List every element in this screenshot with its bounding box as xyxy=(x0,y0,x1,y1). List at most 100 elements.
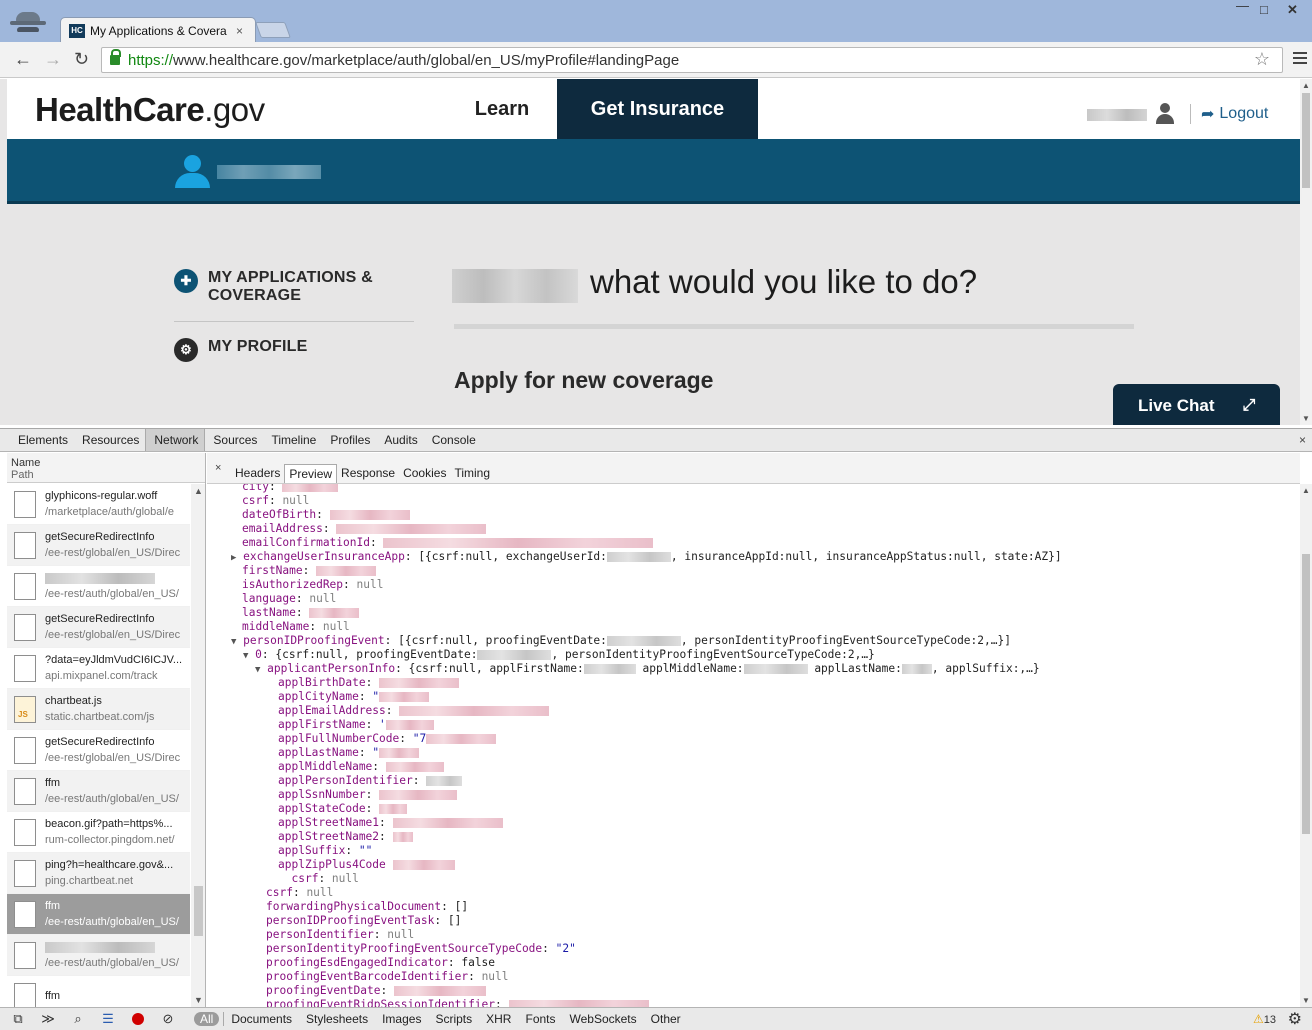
tab-preview[interactable]: Preview xyxy=(284,464,338,483)
request-row[interactable]: getSecureRedirectInfo/ee-rest/global/en_… xyxy=(7,607,190,648)
request-row[interactable]: ffm xyxy=(7,976,190,1007)
bookmark-star-icon[interactable]: ☆ xyxy=(1254,49,1270,70)
tab-network[interactable]: Network xyxy=(145,429,206,451)
request-name: chartbeat.js xyxy=(45,695,102,707)
scroll-up-icon[interactable]: ▲ xyxy=(194,486,203,496)
request-row[interactable]: /ee-rest/auth/global/en_US/ xyxy=(7,566,190,607)
request-path: /ee-rest/auth/global/en_US/ xyxy=(45,588,179,600)
request-row[interactable]: beacon.gif?path=https%... rum-collector.p… xyxy=(7,812,190,853)
scroll-thumb[interactable] xyxy=(1302,554,1310,834)
filter-images[interactable]: Images xyxy=(375,1012,428,1026)
clear-icon[interactable]: ⊘ xyxy=(156,1010,180,1028)
preview-scrollbar[interactable]: ▲ ▼ xyxy=(1300,484,1312,1007)
scroll-down-icon[interactable]: ▼ xyxy=(1302,996,1310,1005)
minimize-icon[interactable]: — xyxy=(1236,0,1249,13)
tab-cookies[interactable]: Cookies xyxy=(399,464,450,483)
file-icon xyxy=(14,818,36,846)
tab-response[interactable]: Response xyxy=(337,464,399,483)
detail-close-icon[interactable]: × xyxy=(215,462,221,474)
logout-link[interactable]: ➦ Logout xyxy=(1201,104,1268,124)
console-drawer-icon[interactable]: ≫ xyxy=(36,1010,60,1028)
side-item-profile[interactable]: ⚙ MY PROFILE xyxy=(174,338,414,362)
live-chat-button[interactable]: Live Chat ⤢ xyxy=(1113,384,1280,425)
filter-websockets[interactable]: WebSockets xyxy=(563,1012,644,1026)
json-line-expandable[interactable]: ▼ applicantPersonInfo: {csrf:null, applF… xyxy=(255,662,1040,677)
nav-learn[interactable]: Learn xyxy=(447,79,557,139)
json-line: applMiddleName: xyxy=(278,760,444,774)
new-tab-button[interactable] xyxy=(255,22,291,38)
record-icon[interactable] xyxy=(126,1010,150,1028)
side-item-label: MY APPLICATIONS & COVERAGE xyxy=(208,269,373,304)
request-row[interactable]: ffm/ee-rest/auth/global/en_US/ xyxy=(7,771,190,812)
filter-xhr[interactable]: XHR xyxy=(479,1012,518,1026)
window-close-icon[interactable]: ✕ xyxy=(1287,2,1298,18)
user-icon[interactable] xyxy=(1155,103,1175,125)
tab-resources[interactable]: Resources xyxy=(74,429,145,451)
warning-counter[interactable]: ⚠13 xyxy=(1253,1012,1276,1026)
tab-profiles[interactable]: Profiles xyxy=(322,429,376,451)
list-view-icon[interactable]: ☰ xyxy=(96,1010,120,1028)
nav-get-insurance[interactable]: Get Insurance xyxy=(557,79,758,139)
json-line-expandable[interactable]: ▼ personIDProofingEvent: [{csrf:null, pr… xyxy=(231,634,1011,649)
request-name: getSecureRedirectInfo xyxy=(45,736,155,748)
tab-elements[interactable]: Elements xyxy=(10,429,74,451)
healthcare-logo[interactable]: HealthCare.gov xyxy=(35,91,265,129)
devtools-close-icon[interactable]: × xyxy=(1299,433,1306,447)
request-list-header[interactable]: Name Path xyxy=(7,453,205,483)
file-icon xyxy=(14,736,36,764)
json-line-expandable[interactable]: ▼ 0: {csrf:null, proofingEventDate:, per… xyxy=(243,648,875,663)
request-row[interactable]: ?data=eyJldmVudCI6ICJV... api.mixpanel.co… xyxy=(7,648,190,689)
reload-icon[interactable]: ↻ xyxy=(74,50,89,68)
scroll-up-icon[interactable]: ▲ xyxy=(1302,486,1310,495)
request-row[interactable]: ffm/ee-rest/auth/global/en_US/ xyxy=(7,894,190,935)
browser-tab[interactable]: HC My Applications & Covera × xyxy=(60,17,256,43)
request-row[interactable]: getSecureRedirectInfo/ee-rest/global/en_… xyxy=(7,525,190,566)
filter-stylesheets[interactable]: Stylesheets xyxy=(299,1012,375,1026)
search-icon[interactable]: ⌕ xyxy=(66,1010,90,1028)
tab-sources[interactable]: Sources xyxy=(205,429,263,451)
tab-console[interactable]: Console xyxy=(424,429,482,451)
json-line-expandable[interactable]: ▶ exchangeUserInsuranceApp: [{csrf:null,… xyxy=(231,550,1062,565)
settings-icon[interactable]: ⚙ xyxy=(1288,1009,1302,1029)
tab-timeline[interactable]: Timeline xyxy=(263,429,322,451)
side-item-applications[interactable]: ✚ MY APPLICATIONS & COVERAGE xyxy=(174,269,414,305)
maximize-icon[interactable]: □ xyxy=(1260,2,1268,17)
address-bar[interactable]: https://www.healthcare.gov/marketplace/a… xyxy=(101,47,1283,73)
side-menu-divider xyxy=(174,321,414,322)
scroll-down-icon[interactable]: ▼ xyxy=(194,995,203,1005)
warning-icon: ⚠ xyxy=(1252,1012,1264,1026)
scroll-down-icon[interactable]: ▼ xyxy=(1302,414,1310,423)
scroll-up-icon[interactable]: ▲ xyxy=(1302,81,1310,90)
tab-close-icon[interactable]: × xyxy=(236,24,243,38)
filter-all[interactable]: All xyxy=(194,1012,220,1026)
request-row[interactable]: getSecureRedirectInfo/ee-rest/global/en_… xyxy=(7,730,190,771)
tab-timing[interactable]: Timing xyxy=(450,464,494,483)
tab-headers[interactable]: Headers xyxy=(231,464,284,483)
column-name-header: Name xyxy=(11,457,41,469)
request-row[interactable]: ping?h=healthcare.gov&... ping.chartbeat.… xyxy=(7,853,190,894)
request-row[interactable]: JS chartbeat.js static.chartbeat.com/js xyxy=(7,689,190,730)
filter-fonts[interactable]: Fonts xyxy=(518,1012,562,1026)
request-row[interactable]: glyphicons-regular.woff/marketplace/auth… xyxy=(7,484,190,525)
request-list-scrollbar[interactable]: ▲ ▼ xyxy=(191,484,205,1007)
file-icon xyxy=(14,654,36,682)
dock-icon[interactable]: ⧉ xyxy=(6,1010,30,1028)
page-scrollbar[interactable]: ▲ ▼ xyxy=(1300,79,1312,425)
expand-icon[interactable]: ⤢ xyxy=(1243,397,1256,415)
json-line: proofingEventRidpSessionIdentifier: xyxy=(266,998,649,1007)
scroll-thumb[interactable] xyxy=(194,886,203,936)
json-line: city: xyxy=(242,484,339,494)
forward-icon[interactable]: → xyxy=(44,50,62,68)
back-icon[interactable]: ← xyxy=(14,50,32,68)
filter-other[interactable]: Other xyxy=(644,1012,688,1026)
file-icon xyxy=(14,572,36,600)
request-row[interactable]: /ee-rest/auth/global/en_US/ xyxy=(7,935,190,976)
request-name: getSecureRedirectInfo xyxy=(45,613,155,625)
scroll-thumb[interactable] xyxy=(1302,93,1310,188)
request-path: /ee-rest/global/en_US/Direc xyxy=(45,547,181,559)
file-icon xyxy=(14,941,36,969)
filter-documents[interactable]: Documents xyxy=(224,1012,299,1026)
chrome-menu-icon[interactable] xyxy=(1293,52,1307,67)
tab-audits[interactable]: Audits xyxy=(376,429,423,451)
filter-scripts[interactable]: Scripts xyxy=(428,1012,479,1026)
